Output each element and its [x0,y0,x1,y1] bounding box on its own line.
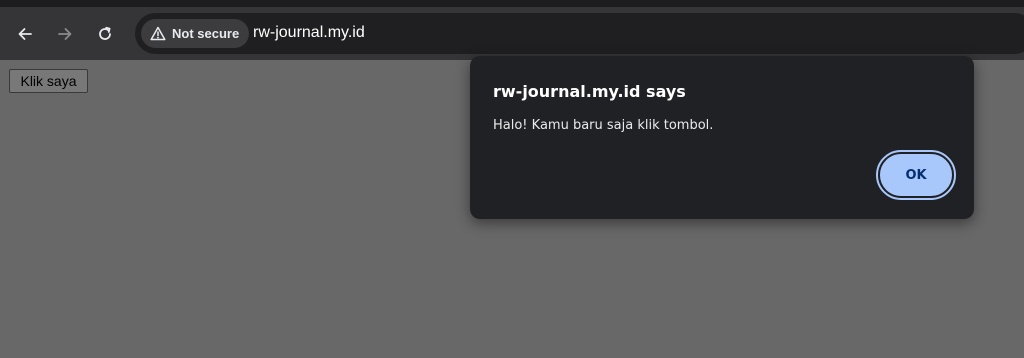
click-me-button[interactable]: Klik saya [9,69,88,93]
forward-button[interactable] [51,20,79,48]
warning-triangle-icon [150,26,166,41]
address-bar[interactable]: Not secure rw-journal.my.id [135,13,1024,54]
ok-button[interactable]: OK [876,150,956,200]
security-label: Not secure [172,26,240,41]
browser-toolbar: Not secure rw-journal.my.id [0,7,1024,60]
url-text[interactable]: rw-journal.my.id [253,24,365,42]
reload-button[interactable] [91,20,119,48]
security-indicator[interactable]: Not secure [141,19,250,48]
dialog-message: Halo! Kamu baru saja klik tombol. [493,118,714,133]
reload-icon [99,26,111,40]
back-button[interactable] [11,20,39,48]
dialog-title: rw-journal.my.id says [493,82,686,101]
arrow-right-icon [58,28,72,40]
browser-top-strip [0,0,1024,7]
alert-dialog: rw-journal.my.id says Halo! Kamu baru sa… [470,56,974,219]
arrow-left-icon [18,28,32,40]
